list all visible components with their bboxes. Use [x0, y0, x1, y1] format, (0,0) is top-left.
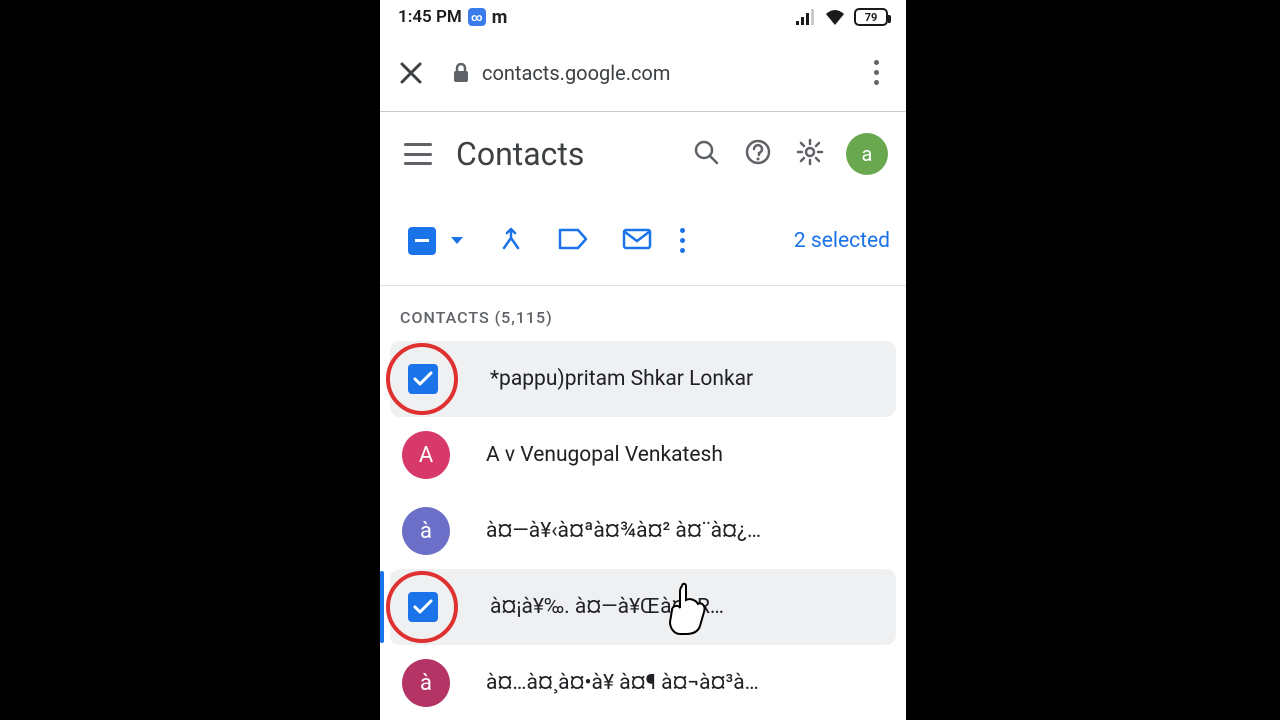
selection-count: 2 selected	[794, 229, 890, 253]
email-icon[interactable]	[622, 227, 652, 255]
more-actions-icon[interactable]	[680, 228, 685, 253]
select-dropdown-icon[interactable]	[450, 231, 464, 250]
row-checkbox[interactable]	[408, 592, 438, 622]
contact-name: *pappu)pritam Shkar Lonkar	[490, 367, 890, 391]
phone-frame: 1:45 PM ∞ m 79 contacts.google.com	[380, 0, 906, 720]
app-m-icon: m	[492, 7, 508, 28]
gear-icon[interactable]	[796, 138, 824, 170]
account-avatar[interactable]: a	[846, 133, 888, 175]
search-icon[interactable]	[692, 138, 720, 170]
help-icon[interactable]	[744, 138, 772, 170]
cell-signal-icon	[796, 9, 816, 25]
battery-icon: 79	[854, 8, 888, 26]
url-text[interactable]: contacts.google.com	[482, 61, 670, 85]
contact-name: à¤—à¥‹à¤ªà¤¾à¤² à¤¨à¤¿…	[486, 519, 890, 543]
browser-bar: contacts.google.com	[380, 34, 906, 112]
contact-name: à¤…à¤¸à¤•à¥ à¤¶ à¤¬à¤³à…	[486, 671, 890, 695]
contact-row[interactable]: A A v Venugopal Venkatesh	[380, 417, 906, 493]
contacts-section-label: CONTACTS (5,115)	[380, 286, 906, 341]
contact-row[interactable]: à à¤—à¥‹à¤ªà¤¾à¤² à¤¨à¤¿…	[380, 493, 906, 569]
row-checkbox[interactable]	[408, 364, 438, 394]
page-title: Contacts	[456, 135, 668, 173]
menu-icon[interactable]	[404, 143, 432, 165]
app-header: Contacts a	[380, 112, 906, 196]
status-bar: 1:45 PM ∞ m 79	[380, 0, 906, 34]
selection-toolbar: 2 selected	[380, 196, 906, 286]
close-icon[interactable]	[398, 60, 424, 86]
clock: 1:45 PM	[398, 7, 462, 27]
merge-icon[interactable]	[498, 226, 524, 256]
lock-icon	[452, 63, 470, 83]
contact-row[interactable]: à à¤…à¤¸à¤•à¥ à¤¶ à¤¬à¤³à…	[380, 645, 906, 720]
app-badge-icon: ∞	[468, 8, 486, 26]
contact-avatar[interactable]: à	[402, 507, 450, 555]
select-all-checkbox[interactable]	[408, 227, 436, 255]
contact-name: à¤¡à¥‰. à¤—à¥Œà¤ R…	[490, 595, 890, 619]
label-icon[interactable]	[558, 227, 588, 255]
wifi-icon	[824, 9, 846, 25]
contact-avatar[interactable]: à	[402, 659, 450, 707]
contact-row[interactable]: *pappu)pritam Shkar Lonkar	[390, 341, 896, 417]
browser-menu-icon[interactable]	[864, 60, 888, 85]
contact-name: A v Venugopal Venkatesh	[486, 443, 890, 467]
contact-avatar[interactable]: A	[402, 431, 450, 479]
contact-row[interactable]: à¤¡à¥‰. à¤—à¥Œà¤ R…	[390, 569, 896, 645]
